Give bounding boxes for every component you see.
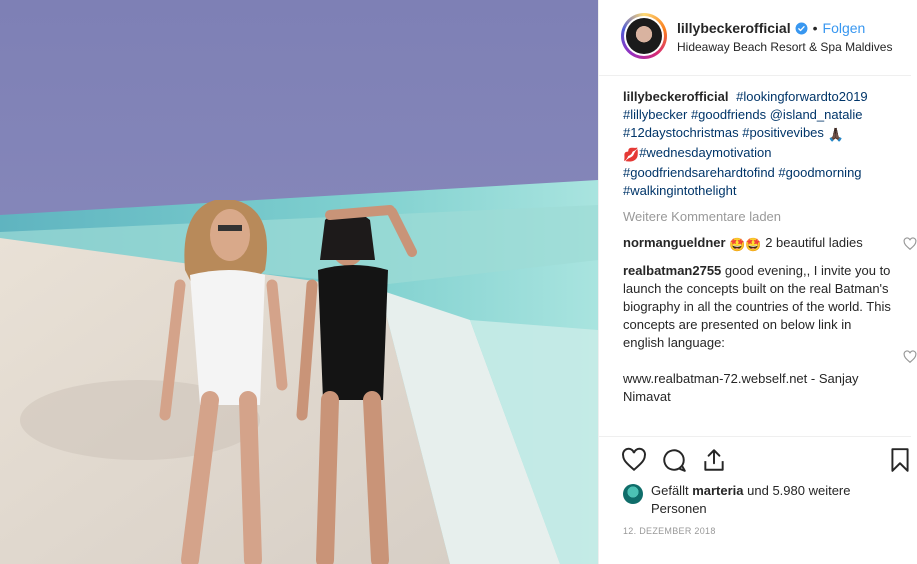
kiss-mark-emoji: 💋 bbox=[623, 147, 640, 162]
location-link[interactable]: Hideaway Beach Resort & Spa Maldives bbox=[677, 40, 892, 54]
comment-username[interactable]: normangueldner bbox=[623, 235, 726, 250]
post-photo[interactable] bbox=[0, 0, 598, 564]
author-username[interactable]: lillybeckerofficial bbox=[677, 20, 791, 36]
liker-username[interactable]: marteria bbox=[692, 483, 743, 498]
follow-button[interactable]: Folgen bbox=[823, 20, 866, 36]
hashtag[interactable]: #12daystochristmas bbox=[623, 125, 739, 140]
likes-prefix: Gefällt bbox=[651, 483, 689, 498]
comment-like-heart-icon[interactable] bbox=[903, 350, 917, 364]
bookmark-icon[interactable] bbox=[887, 447, 913, 473]
avatar[interactable] bbox=[621, 13, 667, 59]
star-eyes-emoji: 🤩🤩 bbox=[729, 237, 762, 252]
beach-photo bbox=[0, 0, 598, 564]
mention[interactable]: @island_natalie bbox=[770, 107, 863, 122]
action-bar: Gefällt marteria und 5.980 weitere Perso… bbox=[599, 436, 911, 564]
post-date[interactable]: 12. Dezember 2018 bbox=[623, 526, 716, 536]
likes-summary: Gefällt marteria und 5.980 weitere Perso… bbox=[623, 482, 853, 518]
hashtag[interactable]: #positivevibes bbox=[742, 125, 824, 140]
hashtag[interactable]: #wednesdaymotivation bbox=[639, 145, 771, 160]
comments-list: lillybeckerofficial #lookingforwardto201… bbox=[623, 88, 917, 414]
comment-like-heart-icon[interactable] bbox=[903, 237, 917, 251]
hashtag[interactable]: #goodfriendsarehardtofind bbox=[623, 165, 775, 180]
hashtag[interactable]: #goodmorning bbox=[778, 165, 861, 180]
hashtag[interactable]: #walkingintothelight bbox=[623, 183, 736, 198]
post-header: lillybeckerofficial • Folgen Hideaway Be… bbox=[599, 0, 911, 76]
verified-badge-icon bbox=[795, 22, 808, 34]
hashtag[interactable]: #lillybecker bbox=[623, 107, 687, 122]
comment-icon[interactable] bbox=[661, 447, 687, 473]
comment-link-text: www.realbatman-72.webself.net - Sanjay N… bbox=[623, 371, 859, 404]
comment-username[interactable]: realbatman2755 bbox=[623, 263, 721, 278]
comment-item: realbatman2755 good evening,, I invite y… bbox=[623, 262, 917, 406]
praying-hands-emoji: 🙏🏿 bbox=[827, 127, 844, 142]
liker-avatar[interactable] bbox=[623, 484, 643, 504]
load-more-comments-button[interactable]: Weitere Kommentare laden bbox=[623, 208, 893, 226]
heart-icon[interactable] bbox=[621, 447, 647, 473]
share-icon[interactable] bbox=[701, 447, 727, 473]
post-sidebar: lillybeckerofficial • Folgen Hideaway Be… bbox=[598, 0, 917, 564]
hashtag[interactable]: #goodfriends bbox=[691, 107, 766, 122]
caption-username[interactable]: lillybeckerofficial bbox=[623, 89, 729, 104]
hashtag[interactable]: #lookingforwardto2019 bbox=[736, 89, 868, 104]
caption: lillybeckerofficial #lookingforwardto201… bbox=[623, 88, 893, 200]
comment-item: normangueldner 🤩🤩 2 beautiful ladies bbox=[623, 234, 917, 254]
separator-dot: • bbox=[812, 20, 818, 36]
comment-text: 2 beautiful ladies bbox=[765, 235, 863, 250]
